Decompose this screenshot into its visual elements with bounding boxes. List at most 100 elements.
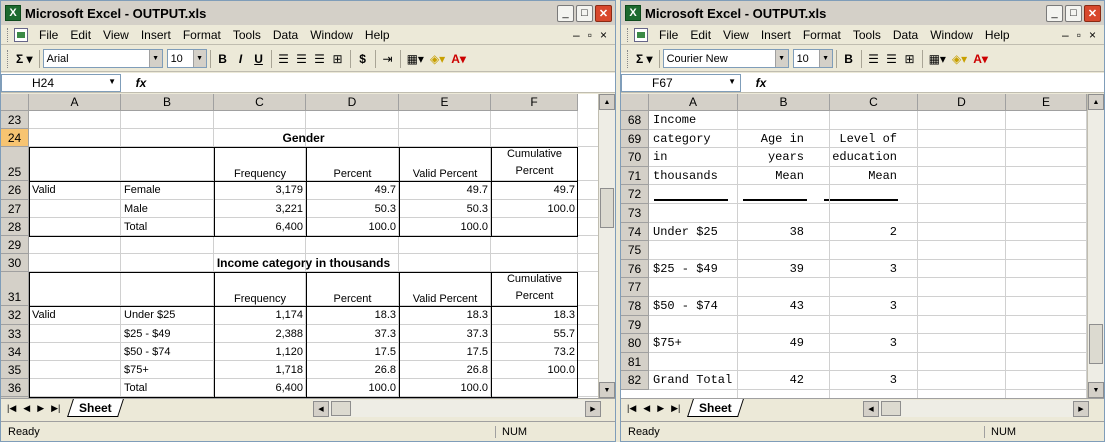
worksheet-grid[interactable]: A B C D E 68 Income 69 category Age in Level of 70 i… (621, 94, 1087, 398)
font-name-select[interactable]: Arial ▼ (42, 49, 163, 68)
formula-input[interactable] (781, 74, 1104, 92)
gender-row-label[interactable]: Total (121, 218, 214, 236)
row-header-35[interactable]: 35 (1, 361, 29, 380)
col-b-text[interactable]: 38 (738, 223, 804, 242)
income-header-frequency[interactable]: Frequency (214, 272, 306, 306)
gender-header-cumulative-percent[interactable]: Percent (491, 165, 578, 177)
row-header-69[interactable]: 69 (621, 129, 649, 149)
gender-valid-percent-value[interactable]: 50.3 (399, 200, 491, 218)
income-header-cumulative[interactable]: Cumulative (491, 273, 578, 285)
income-valid-percent-value[interactable]: 18.3 (399, 306, 491, 324)
title-bar[interactable]: X Microsoft Excel - OUTPUT.xls _ □ ✕ (1, 1, 615, 25)
menu-window[interactable]: Window (304, 28, 359, 42)
menu-view[interactable]: View (717, 28, 755, 42)
horizontal-scrollbar[interactable]: ◀ ▶ (313, 400, 601, 417)
doc-close-button[interactable]: × (600, 28, 607, 42)
row-header-73[interactable]: 73 (621, 204, 649, 223)
col-b-text[interactable]: Age in (738, 130, 804, 149)
next-sheet-icon[interactable]: ▶ (37, 403, 44, 414)
column-header-B[interactable]: B (121, 94, 214, 111)
income-percent-value[interactable]: 18.3 (306, 306, 399, 324)
last-sheet-icon[interactable]: ▶| (671, 403, 680, 414)
insert-function-icon[interactable]: fx (741, 76, 781, 90)
bold-button[interactable]: B (214, 49, 232, 69)
row-header-79[interactable]: 79 (621, 315, 649, 335)
income-frequency-value[interactable]: 1,718 (214, 361, 306, 379)
row-header-75[interactable]: 75 (621, 241, 649, 260)
row-header-34[interactable]: 34 (1, 342, 29, 361)
column-header-F[interactable]: F (491, 94, 578, 111)
menu-file[interactable]: File (33, 28, 64, 42)
gender-frequency-value[interactable]: 3,179 (214, 181, 306, 199)
gender-percent-value[interactable]: 50.3 (306, 200, 399, 218)
col-b-text[interactable]: years (738, 148, 804, 167)
menu-data[interactable]: Data (887, 28, 924, 42)
gender-percent-value[interactable]: 100.0 (306, 218, 399, 236)
font-color-icon[interactable]: A▾ (448, 49, 469, 69)
gender-header-percent[interactable]: Percent (306, 147, 399, 181)
menubar-grip[interactable] (7, 27, 10, 42)
scroll-down-icon[interactable]: ▼ (599, 382, 615, 398)
chevron-down-icon[interactable]: ▼ (148, 50, 162, 67)
chevron-down-icon[interactable]: ▼ (108, 77, 116, 86)
doc-restore-button[interactable]: ▫ (588, 28, 592, 42)
align-right-icon[interactable]: ☰ (311, 49, 329, 69)
scroll-thumb[interactable] (881, 401, 901, 416)
align-center-icon[interactable]: ☰ (883, 49, 901, 69)
row-header-76[interactable]: 76 (621, 259, 649, 279)
column-header-E[interactable]: E (1006, 94, 1087, 111)
scroll-up-icon[interactable]: ▲ (599, 94, 615, 110)
income-header-cumulative-percent[interactable]: Percent (491, 290, 578, 302)
col-b-text[interactable] (738, 185, 804, 204)
menu-view[interactable]: View (97, 28, 135, 42)
column-header-A[interactable]: A (29, 94, 121, 111)
minimize-button[interactable]: _ (557, 4, 574, 22)
doc-minimize-button[interactable]: – (573, 28, 580, 42)
scroll-left-icon[interactable]: ◀ (313, 400, 329, 417)
row-header-78[interactable]: 78 (621, 297, 649, 316)
font-name-select[interactable]: Courier New ▼ (662, 49, 789, 68)
income-row-label[interactable]: Under $25 (121, 306, 214, 324)
row-header-70[interactable]: 70 (621, 148, 649, 167)
col-b-text[interactable] (738, 241, 804, 260)
insert-function-icon[interactable]: fx (121, 76, 161, 90)
formula-input[interactable] (161, 74, 615, 92)
income-frequency-value[interactable]: 1,174 (214, 306, 306, 324)
income-row-label[interactable]: $25 - $49 (121, 325, 214, 343)
gender-frequency-value[interactable]: 6,400 (214, 218, 306, 236)
name-box[interactable]: F67 ▼ (621, 73, 741, 92)
row-header-25[interactable]: 25 (1, 147, 29, 182)
select-all-corner[interactable] (621, 94, 649, 111)
income-cumulative-value[interactable]: 73.2 (491, 343, 578, 361)
scroll-right-icon[interactable]: ▶ (1073, 400, 1089, 417)
menu-format[interactable]: Format (177, 28, 227, 42)
indent-icon[interactable]: ⇥ (379, 49, 397, 69)
currency-icon[interactable]: $ (354, 49, 372, 69)
column-header-D[interactable]: D (918, 94, 1006, 111)
row-header-30[interactable]: 30 (1, 254, 29, 273)
vertical-scrollbar[interactable]: ▲ ▼ (1087, 94, 1104, 398)
scroll-thumb[interactable] (1089, 324, 1103, 364)
menu-format[interactable]: Format (797, 28, 847, 42)
income-cumulative-value[interactable]: 18.3 (491, 306, 578, 324)
column-header-C[interactable]: C (214, 94, 306, 111)
column-header-C[interactable]: C (830, 94, 918, 111)
sheet-tab[interactable]: Sheet (67, 399, 124, 417)
gender-cumulative-value[interactable]: 100.0 (491, 200, 578, 218)
underline-button[interactable]: U (250, 49, 268, 69)
income-header-valid-percent[interactable]: Valid Percent (399, 272, 491, 306)
scroll-up-icon[interactable]: ▲ (1088, 94, 1104, 110)
scroll-down-icon[interactable]: ▼ (1088, 382, 1104, 398)
column-header-D[interactable]: D (306, 94, 399, 111)
income-percent-value[interactable]: 37.3 (306, 325, 399, 343)
column-header-B[interactable]: B (738, 94, 830, 111)
scroll-right-icon[interactable]: ▶ (585, 400, 601, 417)
column-header-A[interactable]: A (649, 94, 738, 111)
row-header-31[interactable]: 31 (1, 272, 29, 307)
income-valid-percent-value[interactable]: 100.0 (399, 379, 491, 397)
row-header-24[interactable]: 24 (1, 129, 29, 148)
menu-file[interactable]: File (653, 28, 684, 42)
gender-header-frequency[interactable]: Frequency (214, 147, 306, 181)
row-header-26[interactable]: 26 (1, 181, 29, 200)
chevron-down-icon[interactable]: ▼ (818, 50, 832, 67)
